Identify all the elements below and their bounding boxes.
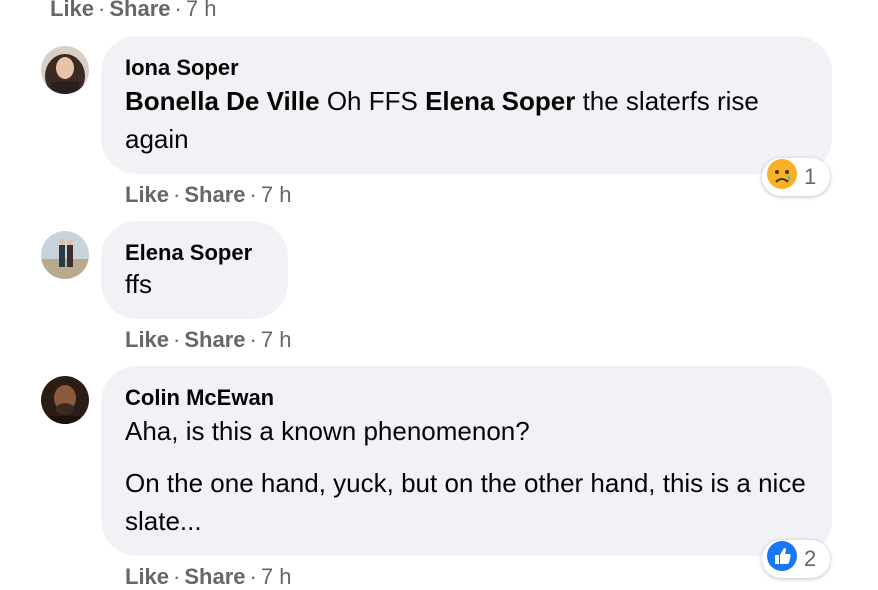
comment-bubble: Colin McEwan Aha, is this a known phenom… xyxy=(101,366,832,556)
reaction-count: 1 xyxy=(804,164,817,189)
timestamp[interactable]: 7 h xyxy=(261,564,292,589)
like-link[interactable]: Like xyxy=(125,182,169,207)
timestamp[interactable]: 7 h xyxy=(186,0,217,21)
avatar-elena-soper[interactable] xyxy=(41,231,89,279)
thumbs-up-icon xyxy=(766,540,798,578)
comment-text: ffs xyxy=(125,269,152,299)
separator-dot: · xyxy=(249,564,257,589)
reaction-summary[interactable]: 2 xyxy=(762,540,830,578)
comment-actions: Like · Share · 7 h xyxy=(125,327,291,353)
comment-actions: Like · Share · 7 h xyxy=(125,182,291,208)
comment-actions: Like · Share · 7 h xyxy=(125,564,291,590)
comment-actions-top: Like · Share · 7 h xyxy=(50,0,216,22)
comment-bubble: Iona Soper Bonella De Ville Oh FFS Elena… xyxy=(101,36,832,174)
comment-paragraph: On the one hand, yuck, but on the other … xyxy=(125,468,806,536)
timestamp[interactable]: 7 h xyxy=(261,182,292,207)
comment-author[interactable]: Elena Soper xyxy=(125,239,264,267)
separator-dot: · xyxy=(174,0,182,21)
comment-text-segment: Oh FFS xyxy=(319,86,426,116)
separator-dot: · xyxy=(173,327,181,352)
share-link[interactable]: Share xyxy=(184,182,245,207)
separator-dot: · xyxy=(249,327,257,352)
like-link[interactable]: Like xyxy=(50,0,94,21)
like-link[interactable]: Like xyxy=(125,564,169,589)
separator-dot: · xyxy=(173,564,181,589)
share-link[interactable]: Share xyxy=(184,564,245,589)
mention-link[interactable]: Bonella De Ville xyxy=(125,86,320,116)
comment-bubble: Elena Soper ffs xyxy=(101,221,288,319)
sad-face-icon xyxy=(766,158,798,196)
comment-text: Bonella De Ville Oh FFS Elena Soper the … xyxy=(125,82,808,158)
avatar-iona-soper[interactable] xyxy=(41,46,89,94)
share-link[interactable]: Share xyxy=(184,327,245,352)
separator-dot: · xyxy=(173,182,181,207)
comment-author[interactable]: Iona Soper xyxy=(125,54,808,82)
separator-dot: · xyxy=(98,0,106,21)
separator-dot: · xyxy=(249,182,257,207)
timestamp[interactable]: 7 h xyxy=(261,327,292,352)
like-link[interactable]: Like xyxy=(125,327,169,352)
avatar-colin-mcewan[interactable] xyxy=(41,376,89,424)
comment-paragraph: Aha, is this a known phenomenon? xyxy=(125,416,530,446)
reaction-count: 2 xyxy=(804,546,817,571)
share-link[interactable]: Share xyxy=(109,0,170,21)
comment-author[interactable]: Colin McEwan xyxy=(125,384,808,412)
mention-link[interactable]: Elena Soper xyxy=(425,86,575,116)
reaction-summary[interactable]: 1 xyxy=(762,158,830,196)
